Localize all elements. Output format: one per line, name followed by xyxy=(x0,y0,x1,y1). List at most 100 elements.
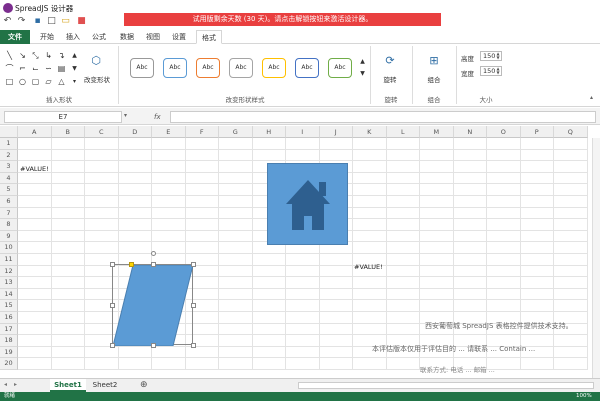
tab-settings[interactable]: 设置 xyxy=(168,30,190,44)
cell-a3[interactable]: #VALUE! xyxy=(20,165,49,173)
formula-input[interactable] xyxy=(170,111,596,123)
tab-data[interactable]: 数据 xyxy=(116,30,138,44)
parallelogram-shape[interactable] xyxy=(113,265,194,346)
cell-k12[interactable]: #VALUE! xyxy=(354,263,383,271)
resize-handle-s[interactable] xyxy=(151,343,156,348)
gallery-scroll-up-icon[interactable]: ▲ xyxy=(69,50,80,61)
sheet-tab-sheet1[interactable]: Sheet1 xyxy=(50,379,86,392)
text-box-shape-icon[interactable]: ▤ xyxy=(56,63,67,74)
spinner-arrows-icon[interactable]: ▲ ▼ xyxy=(495,67,501,75)
column-header-d[interactable]: D xyxy=(118,126,152,138)
shape-style-5[interactable]: Abc xyxy=(262,58,286,78)
resize-handle-se[interactable] xyxy=(191,343,196,348)
spreadsheet-grid[interactable]: ABCDEFGHIJKLMNOPQ 1 2 3 4 5 6 7 8 9 10 11 12 13 14 15 1… xyxy=(0,126,600,378)
undo-icon[interactable]: ↶ xyxy=(2,16,13,26)
shape-style-3[interactable]: Abc xyxy=(196,58,220,78)
column-header-g[interactable]: G xyxy=(219,126,253,138)
freeform-shape-icon[interactable]: ⌒ xyxy=(4,63,15,74)
collapse-ribbon-icon[interactable]: ▴ xyxy=(590,94,593,101)
curved-arrow-shape-icon[interactable]: ↴ xyxy=(56,50,67,61)
width-spinner[interactable]: 150 ▲ ▼ xyxy=(480,66,502,76)
tab-formula[interactable]: 公式 xyxy=(88,30,110,44)
rotate-button[interactable]: 旋转 xyxy=(375,74,405,84)
row-header-3[interactable]: 3 xyxy=(0,161,18,173)
elbow-connector-shape-icon[interactable]: ↳ xyxy=(43,50,54,61)
resize-handle-ne[interactable] xyxy=(191,262,196,267)
row-header-13[interactable]: 13 xyxy=(0,277,18,289)
shape-style-4[interactable]: Abc xyxy=(229,58,253,78)
style-scroll-up-icon[interactable]: ▲ xyxy=(357,56,368,67)
corner-select-all[interactable] xyxy=(0,126,18,138)
row-header-5[interactable]: 5 xyxy=(0,184,18,196)
resize-handle-n[interactable] xyxy=(151,262,156,267)
shape-style-1[interactable]: Abc xyxy=(130,58,154,78)
trial-banner[interactable]: 试用版剩余天数 (30 天)。请点击解锁按钮来激活设计器。 xyxy=(124,13,441,26)
gift-icon[interactable]: ■ xyxy=(76,16,87,26)
row-header-20[interactable]: 20 xyxy=(0,358,18,370)
group-button[interactable]: 组合 xyxy=(419,74,449,84)
column-header-f[interactable]: F xyxy=(185,126,219,138)
zoom-level[interactable]: 100% xyxy=(576,392,592,401)
open-file-icon[interactable]: ▭ xyxy=(60,16,71,26)
add-sheet-icon[interactable]: ⊕ xyxy=(140,380,148,391)
column-header-l[interactable]: L xyxy=(386,126,420,138)
column-header-m[interactable]: M xyxy=(420,126,454,138)
row-header-16[interactable]: 16 xyxy=(0,312,18,324)
oval-shape-icon[interactable]: ○ xyxy=(17,76,28,87)
adjust-handle[interactable] xyxy=(129,262,134,267)
height-spinner[interactable]: 150 ▲ ▼ xyxy=(480,51,502,61)
row-header-17[interactable]: 17 xyxy=(0,323,18,336)
row-header-4[interactable]: 4 xyxy=(0,172,18,185)
vertical-scrollbar[interactable] xyxy=(592,138,600,378)
first-sheet-icon[interactable]: ◂ xyxy=(4,381,7,388)
last-sheet-icon[interactable]: ▸ xyxy=(14,381,17,388)
change-shape-button[interactable]: 改变形状 xyxy=(82,74,112,84)
rotate-handle[interactable] xyxy=(151,251,156,256)
resize-handle-w[interactable] xyxy=(110,303,115,308)
row-header-11[interactable]: 11 xyxy=(0,254,18,266)
line-shape-icon[interactable]: ╲ xyxy=(4,50,15,61)
selected-parallelogram-shape[interactable] xyxy=(110,251,196,348)
gallery-expand-icon[interactable]: ▾ xyxy=(69,76,80,87)
fx-icon[interactable]: fx xyxy=(154,111,164,123)
resize-handle-nw[interactable] xyxy=(110,262,115,267)
row-header-19[interactable]: 19 xyxy=(0,346,18,359)
tab-home[interactable]: 开始 xyxy=(36,30,58,44)
parallelogram-shape-icon[interactable]: ▱ xyxy=(43,76,54,87)
redo-icon[interactable]: ↷ xyxy=(16,16,27,26)
style-scroll-down-icon[interactable]: ▼ xyxy=(357,68,368,79)
rectangle-shape-icon[interactable]: □ xyxy=(4,76,15,87)
row-header-7[interactable]: 7 xyxy=(0,207,18,220)
triangle-shape-icon[interactable]: △ xyxy=(56,76,67,87)
shape-style-7[interactable]: Abc xyxy=(328,58,352,78)
row-header-1[interactable]: 1 xyxy=(0,138,18,150)
group-icon[interactable]: ⊞ xyxy=(427,54,441,68)
save-icon[interactable]: ▪ xyxy=(32,16,43,26)
row-header-12[interactable]: 12 xyxy=(0,265,18,278)
double-arrow-shape-icon[interactable]: ⤡ xyxy=(30,50,41,61)
column-header-k[interactable]: K xyxy=(353,126,387,138)
row-header-9[interactable]: 9 xyxy=(0,230,18,243)
resize-handle-e[interactable] xyxy=(191,303,196,308)
column-header-c[interactable]: C xyxy=(85,126,119,138)
new-file-icon[interactable]: □ xyxy=(46,16,57,26)
tab-view[interactable]: 视图 xyxy=(142,30,164,44)
column-header-q[interactable]: Q xyxy=(554,126,588,138)
bent-connector-shape-icon[interactable]: ⌙ xyxy=(30,63,41,74)
rounded-rectangle-shape-icon[interactable]: ▢ xyxy=(30,76,41,87)
tab-format[interactable]: 格式 xyxy=(196,30,222,44)
column-header-o[interactable]: O xyxy=(487,126,521,138)
row-header-10[interactable]: 10 xyxy=(0,242,18,254)
sheet-tab-sheet2[interactable]: Sheet2 xyxy=(88,379,122,392)
row-header-6[interactable]: 6 xyxy=(0,196,18,208)
horizontal-scrollbar[interactable] xyxy=(298,382,594,389)
resize-handle-sw[interactable] xyxy=(110,343,115,348)
name-box[interactable]: E7 xyxy=(4,111,122,123)
column-header-p[interactable]: P xyxy=(520,126,554,138)
column-header-i[interactable]: I xyxy=(286,126,320,138)
column-header-j[interactable]: J xyxy=(319,126,353,138)
change-shape-icon[interactable]: ⬡ xyxy=(89,54,103,68)
row-header-15[interactable]: 15 xyxy=(0,300,18,312)
shape-style-2[interactable]: Abc xyxy=(163,58,187,78)
gallery-scroll-down-icon[interactable]: ▼ xyxy=(69,63,80,74)
